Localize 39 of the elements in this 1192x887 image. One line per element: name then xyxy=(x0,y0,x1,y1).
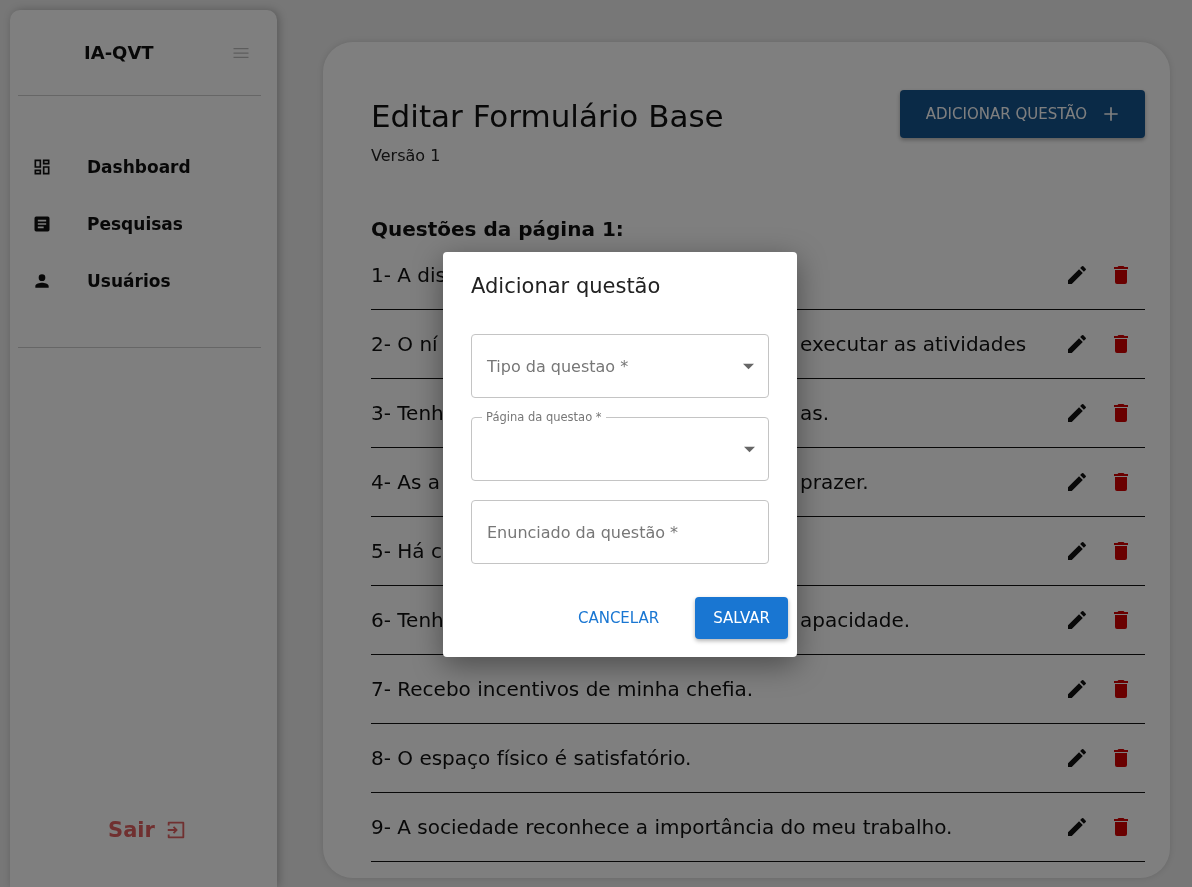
pencil-icon[interactable] xyxy=(1065,401,1089,425)
plus-icon xyxy=(1101,104,1121,124)
pencil-icon[interactable] xyxy=(1065,263,1089,287)
section-heading: Questões da página 1: xyxy=(371,217,624,241)
app-brand: IA-QVT xyxy=(84,42,154,63)
add-question-button[interactable]: ADICIONAR QUESTÃO xyxy=(899,90,1145,138)
version-label: Versão 1 xyxy=(371,146,441,165)
question-text: executar as atividades xyxy=(800,332,1027,356)
pencil-icon[interactable] xyxy=(1065,815,1089,839)
question-text: 3- Tenh xyxy=(371,401,444,425)
save-button[interactable]: SALVAR xyxy=(695,597,788,639)
select-field[interactable]: Tipo da questao * xyxy=(471,334,769,398)
field-label: Página da questao * xyxy=(482,410,606,424)
pencil-icon[interactable] xyxy=(1065,608,1089,632)
pencil-icon[interactable] xyxy=(1065,746,1089,770)
pencil-icon[interactable] xyxy=(1065,677,1089,701)
cancel-button[interactable]: CANCELAR xyxy=(559,597,678,639)
page-title: Editar Formulário Base xyxy=(371,98,724,134)
question-text: prazer. xyxy=(800,470,869,494)
question-text: 4- As a xyxy=(371,470,440,494)
question-text: as. xyxy=(800,401,830,425)
question-text: apacidade. xyxy=(800,608,911,632)
question-text: 5- Há c xyxy=(371,539,442,563)
question-text: 7- Recebo incentivos de minha chefia. xyxy=(371,677,754,701)
sidebar-item[interactable]: Dashboard xyxy=(18,138,261,195)
dialog-title: Adicionar questão xyxy=(471,274,661,298)
sidebar-item[interactable]: Usuários xyxy=(18,252,261,309)
question-text: 9- A sociedade reconhece a importância do meu trabalho. xyxy=(371,815,953,839)
pencil-icon[interactable] xyxy=(1065,470,1089,494)
question-text: 8- O espaço físico é satisfatório. xyxy=(371,746,692,770)
question-text: 6- Tenh xyxy=(371,608,444,632)
field-label: Enunciado da questão * xyxy=(487,522,680,542)
question-text: 2- O ní xyxy=(371,332,438,356)
pencil-icon[interactable] xyxy=(1065,539,1089,563)
input-field[interactable]: Enunciado da questão * xyxy=(471,500,769,564)
logout-button[interactable]: Sair xyxy=(102,817,193,843)
sidebar-item[interactable]: Pesquisas xyxy=(18,195,261,252)
pencil-icon[interactable] xyxy=(1065,332,1089,356)
field-label: Tipo da questao * xyxy=(487,356,630,376)
